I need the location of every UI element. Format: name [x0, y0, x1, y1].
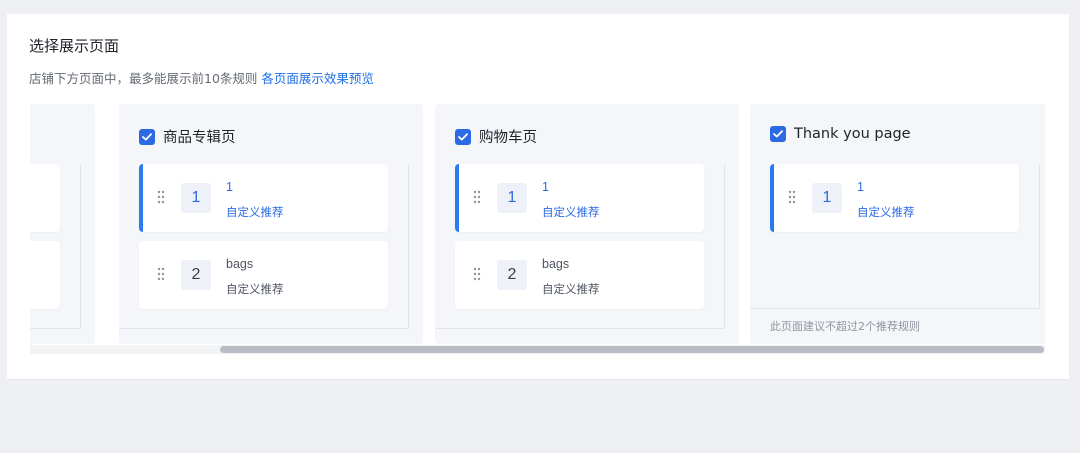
rule-name: 1 — [857, 180, 864, 194]
rule-card[interactable]: 2 bags 自定义推荐 — [139, 241, 388, 309]
column-title: 购物车页 — [479, 130, 537, 146]
checkbox-checked-icon[interactable] — [455, 128, 471, 145]
rule-name: bags — [542, 257, 570, 271]
column-header: 商品专辑页 — [139, 126, 236, 147]
page-column-collection: 商品专辑页 1 1 自定义推荐 2 bags 自定义推荐 — [119, 104, 423, 344]
rule-type: 自定义推荐 — [542, 282, 600, 296]
column-hint: 此页面建议不超过2个推荐规则 — [770, 320, 920, 333]
drag-handle-icon[interactable] — [473, 190, 481, 204]
rule-type: 自定义推荐 — [857, 205, 915, 219]
column-header: Thank you page — [770, 126, 911, 142]
section-title: 选择展示页面 — [29, 37, 120, 55]
column-title: 商品专辑页 — [163, 130, 236, 146]
rule-index: 2 — [497, 260, 527, 290]
checkbox-checked-icon[interactable] — [770, 126, 786, 142]
columns-viewport: 商品专辑页 1 1 自定义推荐 2 bags 自定义推荐 购物车页 1 1 自定… — [30, 104, 1045, 344]
rule-type: 自定义推荐 — [542, 205, 600, 219]
rule-index: 2 — [181, 260, 211, 290]
checkbox-checked-icon[interactable] — [139, 128, 155, 145]
rule-card[interactable]: 2 bags 自定义推荐 — [455, 241, 704, 309]
drag-handle-icon[interactable] — [157, 267, 165, 281]
display-page-panel: 选择展示页面 店铺下方页面中，最多能展示前10条规则 各页面展示效果预览 商品专辑… — [7, 14, 1069, 380]
subtitle-text: 店铺下方页面中，最多能展示前10条规则 — [29, 71, 258, 86]
page-column-cart: 购物车页 1 1 自定义推荐 2 bags 自定义推荐 — [435, 104, 739, 344]
drag-handle-icon[interactable] — [157, 190, 165, 204]
rule-index: 1 — [812, 183, 842, 213]
rule-card-partial-2[interactable] — [30, 241, 60, 309]
rule-type: 自定义推荐 — [226, 282, 284, 296]
column-header: 购物车页 — [455, 126, 537, 147]
rule-type: 自定义推荐 — [226, 205, 284, 219]
page-column-partial — [30, 104, 95, 344]
drag-handle-icon[interactable] — [788, 190, 796, 204]
rule-name: bags — [226, 257, 254, 271]
rule-card-partial-1[interactable] — [30, 164, 60, 232]
scrollbar-thumb[interactable] — [220, 346, 1044, 353]
rule-name: 1 — [226, 180, 233, 194]
rule-card[interactable]: 1 1 自定义推荐 — [455, 164, 704, 232]
column-title: Thank you page — [794, 126, 911, 142]
rule-index: 1 — [181, 183, 211, 213]
preview-link[interactable]: 各页面展示效果预览 — [261, 71, 374, 86]
rule-card[interactable]: 1 1 自定义推荐 — [770, 164, 1019, 232]
drag-handle-icon[interactable] — [473, 267, 481, 281]
rule-card[interactable]: 1 1 自定义推荐 — [139, 164, 388, 232]
horizontal-scrollbar[interactable] — [30, 345, 1045, 354]
section-subtitle: 店铺下方页面中，最多能展示前10条规则 各页面展示效果预览 — [29, 68, 374, 87]
page-column-thank-you: Thank you page 1 1 自定义推荐 此页面建议不超过2个推荐规则 — [750, 104, 1045, 344]
rule-name: 1 — [542, 180, 549, 194]
rule-index: 1 — [497, 183, 527, 213]
